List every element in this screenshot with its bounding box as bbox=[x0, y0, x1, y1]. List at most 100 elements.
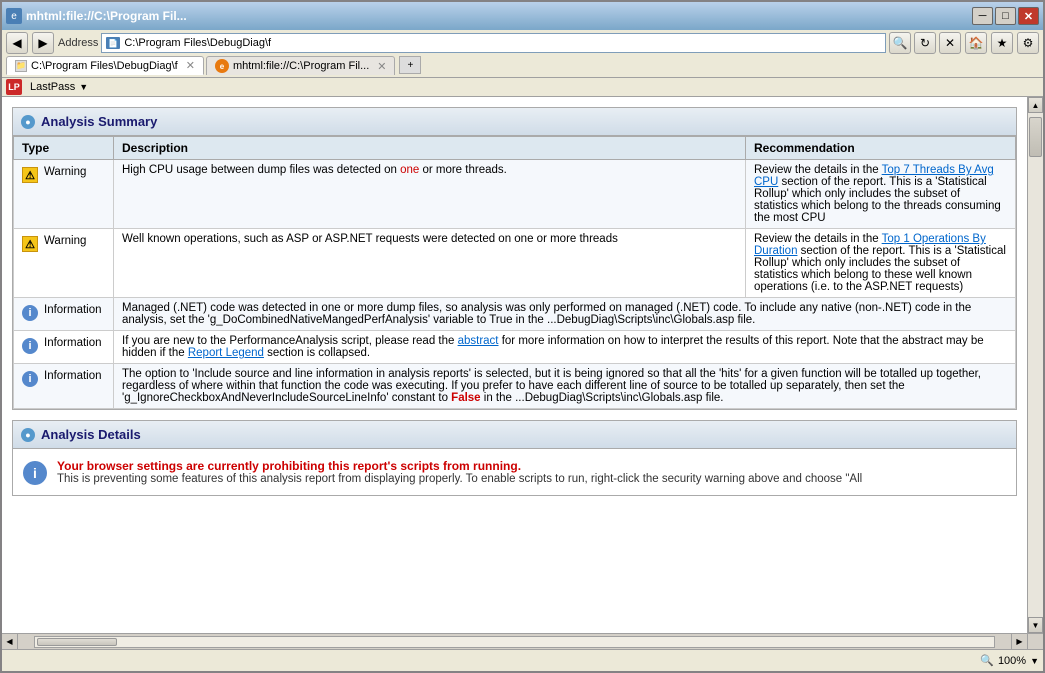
lastpass-menu[interactable]: LastPass ▼ bbox=[24, 79, 94, 95]
analysis-details-title: Analysis Details bbox=[41, 427, 141, 442]
close-button[interactable]: ✕ bbox=[1018, 7, 1039, 25]
analysis-details-section: ● Analysis Details i Your browser settin… bbox=[12, 420, 1017, 496]
row2-desc-cell: Well known operations, such as ASP or AS… bbox=[114, 229, 746, 298]
back-button[interactable]: ◀ bbox=[6, 32, 28, 54]
tab2-icon: e bbox=[215, 59, 229, 73]
row3-type-cell: i Information bbox=[14, 298, 114, 331]
tab1-label: C:\Program Files\DebugDiag\f bbox=[31, 60, 178, 72]
row1-rec-cell: Review the details in the Top 7 Threads … bbox=[746, 160, 1016, 229]
row5-type-content: i Information bbox=[22, 368, 105, 387]
tab-1[interactable]: 📁 C:\Program Files\DebugDiag\f ✕ bbox=[6, 56, 204, 75]
summary-section-icon: ● bbox=[21, 115, 35, 129]
title-bar-left: e mhtml:file://C:\Program Fil... bbox=[6, 8, 187, 24]
row3-type-content: i Information bbox=[22, 302, 105, 321]
window-title: mhtml:file://C:\Program Fil... bbox=[26, 9, 187, 23]
zoom-dropdown-icon[interactable]: ▼ bbox=[1030, 656, 1039, 666]
row3-type-label: Information bbox=[44, 304, 102, 316]
row2-type-content: ⚠ Warning bbox=[22, 233, 105, 252]
scroll-thumb[interactable] bbox=[1029, 117, 1042, 157]
browser-window: e mhtml:file://C:\Program Fil... ─ □ ✕ ◀… bbox=[0, 0, 1045, 673]
summary-table: Type Description Recommendation ⚠ Warnin… bbox=[13, 136, 1016, 409]
tab1-icon: 📁 bbox=[15, 60, 27, 72]
col-rec-header: Recommendation bbox=[746, 137, 1016, 160]
new-tab-button[interactable]: + bbox=[399, 56, 421, 74]
scroll-left-button[interactable]: ◀ bbox=[2, 634, 18, 649]
ie-icon: e bbox=[6, 8, 22, 24]
minimize-button[interactable]: ─ bbox=[972, 7, 993, 25]
browser-toolbar: ◀ ▶ Address 📄 C:\Program Files\DebugDiag… bbox=[2, 30, 1043, 78]
scroll-up-button[interactable]: ▲ bbox=[1028, 97, 1043, 113]
row4-type-content: i Information bbox=[22, 335, 105, 354]
row2-rec-cell: Review the details in the Top 1 Operatio… bbox=[746, 229, 1016, 298]
tab2-close[interactable]: ✕ bbox=[377, 60, 386, 73]
address-bar[interactable]: 📄 C:\Program Files\DebugDiag\f bbox=[101, 33, 886, 53]
zoom-control[interactable]: 🔍 100% ▼ bbox=[980, 654, 1039, 667]
scroll-down-button[interactable]: ▼ bbox=[1028, 617, 1043, 633]
table-row: i Information If you are new to the Perf… bbox=[14, 331, 1016, 364]
row1-type-label: Warning bbox=[44, 166, 86, 178]
tab-2[interactable]: e mhtml:file://C:\Program Fil... ✕ bbox=[206, 56, 396, 75]
zoom-level: 100% bbox=[998, 655, 1026, 667]
search-icon[interactable]: 🔍 bbox=[889, 32, 911, 54]
title-bar: e mhtml:file://C:\Program Fil... ─ □ ✕ bbox=[2, 2, 1043, 30]
row2-description: Well known operations, such as ASP or AS… bbox=[122, 233, 618, 245]
report-legend-link[interactable]: Report Legend bbox=[188, 347, 264, 359]
restore-button[interactable]: □ bbox=[995, 7, 1016, 25]
home-button[interactable]: 🏠 bbox=[965, 32, 987, 54]
analysis-details-header: ● Analysis Details bbox=[13, 421, 1016, 449]
table-row: i Information The option to 'Include sou… bbox=[14, 364, 1016, 409]
status-bar: 🔍 100% ▼ bbox=[2, 649, 1043, 671]
row1-type-cell: ⚠ Warning bbox=[14, 160, 114, 229]
scrollable-content[interactable]: ● Analysis Summary Type Description Reco… bbox=[2, 97, 1027, 633]
tab1-close[interactable]: ✕ bbox=[186, 59, 195, 72]
lastpass-label: LastPass bbox=[30, 81, 75, 93]
lastpass-icon: LP bbox=[6, 79, 22, 95]
window-controls: ─ □ ✕ bbox=[972, 7, 1039, 25]
row3-description: Managed (.NET) code was detected in one … bbox=[122, 302, 971, 326]
table-row: i Information Managed (.NET) code was de… bbox=[14, 298, 1016, 331]
row1-type-content: ⚠ Warning bbox=[22, 164, 105, 183]
false-text: False bbox=[451, 392, 480, 404]
h-scroll-track[interactable] bbox=[34, 636, 995, 648]
row2-type-label: Warning bbox=[44, 235, 86, 247]
stop-button[interactable]: ✕ bbox=[939, 32, 961, 54]
abstract-link[interactable]: abstract bbox=[458, 335, 499, 347]
scroll-track[interactable] bbox=[1028, 113, 1043, 617]
row4-desc-cell: If you are new to the PerformanceAnalysi… bbox=[114, 331, 1016, 364]
page-icon: 📄 bbox=[106, 37, 120, 49]
top1operations-link[interactable]: Top 1 Operations By Duration bbox=[754, 233, 986, 257]
info-icon-2: i bbox=[22, 338, 38, 354]
analysis-summary-title: Analysis Summary bbox=[41, 114, 157, 129]
zoom-icon: 🔍 bbox=[980, 654, 994, 667]
analysis-summary-section: ● Analysis Summary Type Description Reco… bbox=[12, 107, 1017, 410]
info-icon-1: i bbox=[22, 305, 38, 321]
browser-warning-container: i Your browser settings are currently pr… bbox=[13, 449, 1016, 495]
row3-desc-cell: Managed (.NET) code was detected in one … bbox=[114, 298, 1016, 331]
row1-rec-text: Review the details in the Top 7 Threads … bbox=[754, 164, 1001, 224]
h-scroll-thumb[interactable] bbox=[37, 638, 117, 646]
analysis-summary-header: ● Analysis Summary bbox=[13, 108, 1016, 136]
scroll-right-button[interactable]: ▶ bbox=[1011, 634, 1027, 649]
row5-type-label: Information bbox=[44, 370, 102, 382]
col-type-header: Type bbox=[14, 137, 114, 160]
address-label: Address bbox=[58, 37, 98, 49]
table-row: ⚠ Warning Well known operations, such as… bbox=[14, 229, 1016, 298]
lastpass-dropdown-icon: ▼ bbox=[79, 82, 88, 92]
col-desc-header: Description bbox=[114, 137, 746, 160]
row5-description: The option to 'Include source and line i… bbox=[122, 368, 981, 404]
vertical-scrollbar[interactable]: ▲ ▼ bbox=[1027, 97, 1043, 633]
favorites-button[interactable]: ★ bbox=[991, 32, 1013, 54]
nav-bar: ◀ ▶ Address 📄 C:\Program Files\DebugDiag… bbox=[6, 32, 1039, 54]
tools-button[interactable]: ⚙ bbox=[1017, 32, 1039, 54]
address-text: C:\Program Files\DebugDiag\f bbox=[124, 37, 271, 49]
tab2-label: mhtml:file://C:\Program Fil... bbox=[233, 60, 369, 72]
horizontal-scrollbar-area[interactable]: ◀ ▶ bbox=[2, 633, 1043, 649]
forward-button[interactable]: ▶ bbox=[32, 32, 54, 54]
browser-warning-icon: i bbox=[23, 461, 47, 485]
row4-description: If you are new to the PerformanceAnalysi… bbox=[122, 335, 984, 359]
tabs-row: 📁 C:\Program Files\DebugDiag\f ✕ e mhtml… bbox=[6, 56, 1039, 75]
top7threads-link[interactable]: Top 7 Threads By Avg CPU bbox=[754, 164, 994, 188]
refresh-button[interactable]: ↻ bbox=[914, 32, 936, 54]
row4-type-cell: i Information bbox=[14, 331, 114, 364]
row4-type-label: Information bbox=[44, 337, 102, 349]
